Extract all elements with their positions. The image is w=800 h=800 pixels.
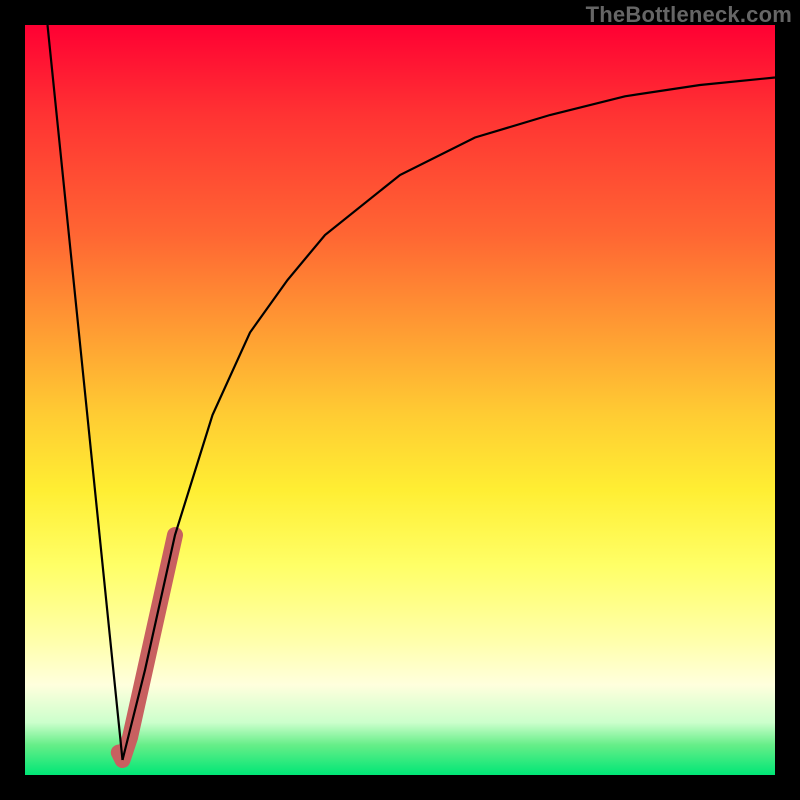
curves-svg [25,25,775,775]
chart-frame: TheBottleneck.com [0,0,800,800]
plot-area [25,25,775,775]
attribution-label: TheBottleneck.com [586,2,792,28]
